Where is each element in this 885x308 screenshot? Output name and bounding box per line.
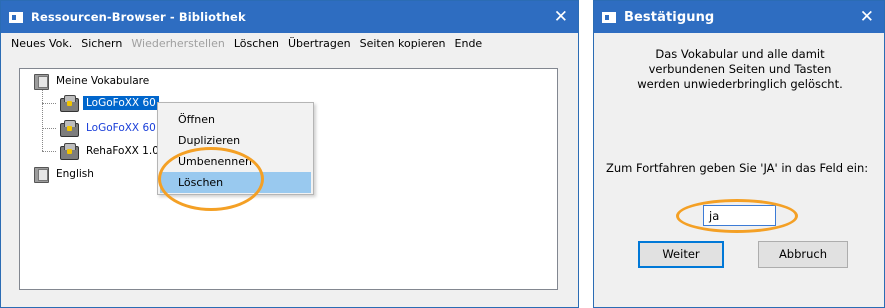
tree-connector: [42, 128, 56, 129]
context-open[interactable]: Öffnen: [160, 109, 311, 130]
menu-new-vocabulary[interactable]: Neues Vok.: [11, 37, 72, 50]
app-icon: [602, 11, 616, 23]
vocabulary-set-icon: [58, 143, 80, 160]
context-duplicate[interactable]: Duplizieren: [160, 130, 311, 151]
vocabulary-folder-icon: [33, 166, 50, 183]
tree-connector: [42, 88, 43, 151]
tree-node-label: Meine Vokabulare: [56, 75, 150, 87]
tree-node-label: LoGoFoXX 60 1: [86, 122, 166, 134]
menu-transfer[interactable]: Übertragen: [288, 37, 351, 50]
browser-titlebar[interactable]: Ressourcen-Browser - Bibliothek ✕: [1, 1, 578, 33]
menu-delete[interactable]: Löschen: [234, 37, 279, 50]
tree-node-label: English: [56, 168, 94, 180]
dialog-message-line: werden unwiederbringlich gelöscht.: [637, 77, 843, 91]
close-icon[interactable]: ✕: [860, 6, 874, 28]
menu-exit[interactable]: Ende: [455, 37, 483, 50]
vocabulary-folder-icon: [33, 73, 50, 90]
context-rename[interactable]: Umbenennen: [160, 151, 311, 172]
cancel-button[interactable]: Abbruch: [758, 241, 848, 268]
vocabulary-set-icon: [58, 95, 80, 112]
menu-restore: Wiederherstellen: [131, 37, 225, 50]
vocabulary-set-icon: [58, 120, 80, 137]
tree-node-logofoxx-60-1[interactable]: LoGoFoXX 60 1: [58, 119, 169, 137]
tree-node-logofoxx-60[interactable]: LoGoFoXX 60: [58, 94, 159, 112]
dialog-prompt: Zum Fortfahren geben Sie 'JA' in das Fel…: [606, 161, 869, 175]
context-delete[interactable]: Löschen: [160, 172, 311, 193]
app-icon: [9, 11, 23, 23]
context-menu: Öffnen Duplizieren Umbenennen Löschen: [157, 102, 314, 195]
menu-save[interactable]: Sichern: [81, 37, 122, 50]
confirmation-input[interactable]: ja: [703, 205, 776, 226]
tree-connector: [42, 151, 56, 152]
tree-node-label: LoGoFoXX 60: [83, 96, 159, 110]
tree-node-english[interactable]: English: [33, 165, 97, 183]
continue-button[interactable]: Weiter: [638, 241, 724, 268]
dialog-titlebar[interactable]: Bestätigung ✕: [594, 1, 884, 33]
tree-node-my-vocabularies[interactable]: Meine Vokabulare: [33, 72, 152, 90]
dialog-message-line: verbundenen Seiten und Tasten: [648, 62, 832, 76]
dialog-message-line: Das Vokabular und alle damit: [655, 47, 825, 61]
close-icon[interactable]: ✕: [554, 6, 568, 28]
menu-bar: Neues Vok. Sichern Wiederherstellen Lösc…: [1, 33, 578, 54]
menu-copy-pages[interactable]: Seiten kopieren: [360, 37, 446, 50]
tree-node-label: RehaFoXX 1.02: [86, 145, 166, 157]
tree-node-rehafoxx[interactable]: RehaFoXX 1.02: [58, 142, 169, 160]
dialog-title: Bestätigung: [624, 9, 715, 25]
browser-title: Ressourcen-Browser - Bibliothek: [31, 10, 246, 24]
tree-connector: [42, 103, 56, 104]
